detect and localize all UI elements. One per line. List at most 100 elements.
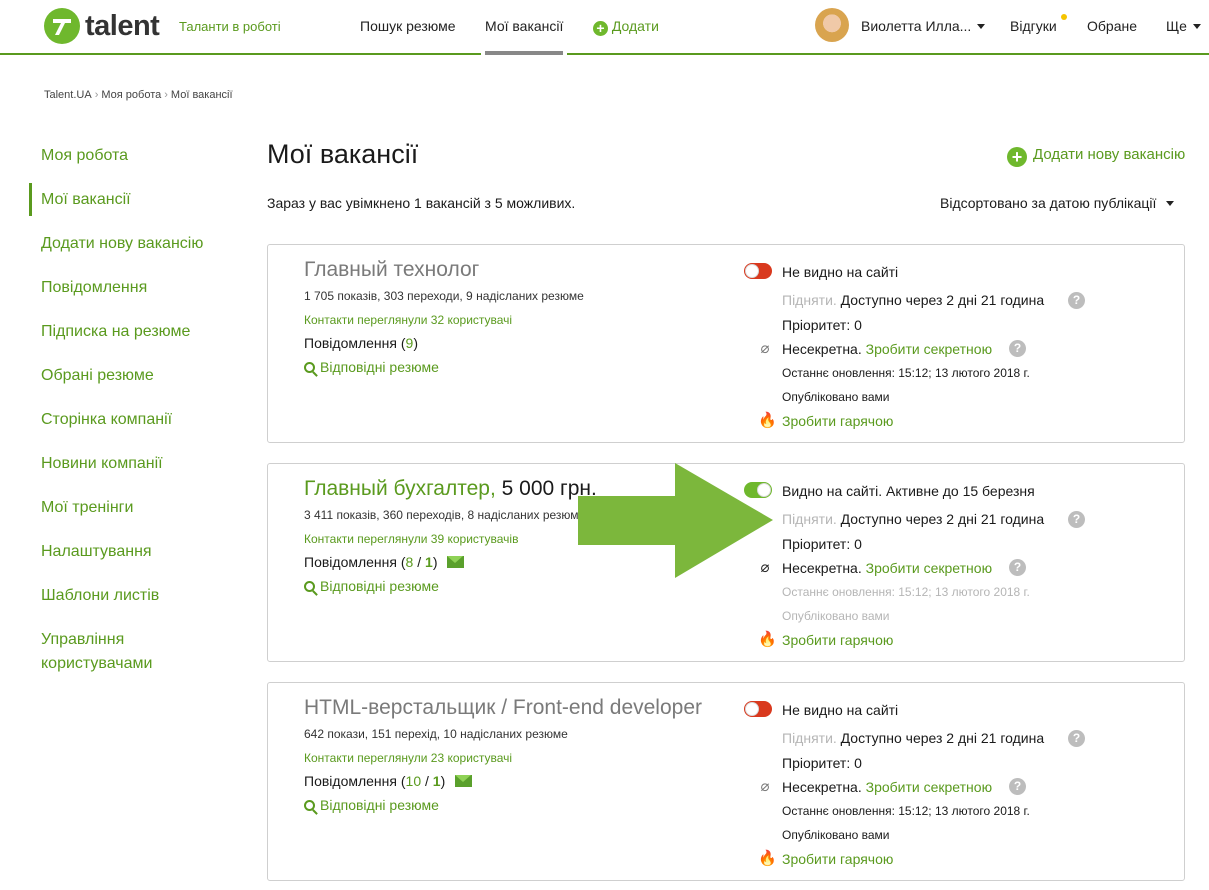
nav-favorites[interactable]: Обране bbox=[1087, 18, 1137, 34]
top-header: talent Таланти в роботі Пошук резюме Мої… bbox=[0, 0, 1209, 55]
last-updated: Останнє оновлення: 15:12; 13 лютого 2018… bbox=[782, 804, 1030, 818]
matching-resumes-label: Відповідні резюме bbox=[320, 359, 439, 375]
vacancy-stats: 642 покази, 151 перехід, 10 надісланих р… bbox=[304, 727, 568, 741]
help-icon[interactable]: ? bbox=[1068, 511, 1085, 528]
breadcrumb-separator-icon: › bbox=[94, 89, 99, 101]
breadcrumb-separator-icon: › bbox=[164, 89, 168, 101]
vacancy-title[interactable]: Главный технолог bbox=[304, 258, 479, 282]
raise-button[interactable]: Підняти. bbox=[782, 730, 837, 746]
nav-responses[interactable]: Відгуки bbox=[1010, 18, 1057, 34]
chevron-down-icon bbox=[1192, 24, 1201, 29]
matching-resumes-link[interactable]: Відповідні резюме bbox=[304, 578, 439, 594]
nav-add[interactable]: + Додати bbox=[593, 18, 659, 36]
sidebar-item-trainings[interactable]: Мої тренінги bbox=[41, 496, 133, 520]
messages-label: Повідомлення bbox=[304, 335, 397, 351]
user-name: Виолетта Илла... bbox=[861, 18, 972, 34]
vacancy-messages[interactable]: Повідомлення (9) bbox=[304, 335, 418, 351]
help-icon[interactable]: ? bbox=[1009, 559, 1026, 576]
sort-dropdown[interactable]: Відсортовано за датою публікації bbox=[940, 195, 1175, 211]
header-divider bbox=[567, 53, 1209, 55]
last-updated: Останнє оновлення: 15:12; 13 лютого 2018… bbox=[782, 585, 1030, 599]
notification-dot bbox=[1061, 14, 1067, 20]
tagline: Таланти в роботі bbox=[179, 19, 281, 34]
vacancy-title[interactable]: Главный бухгалтер, 5 000 грн. bbox=[304, 477, 597, 501]
breadcrumb-item: Мої вакансії bbox=[170, 89, 233, 101]
plus-icon: + bbox=[593, 21, 608, 36]
priority: Пріоритет: 0 bbox=[782, 317, 862, 333]
messages-new-count: 1 bbox=[432, 773, 441, 789]
breadcrumb-item[interactable]: Talent.UA bbox=[44, 89, 92, 101]
make-secret-link[interactable]: Зробити секретною bbox=[866, 560, 992, 576]
nav-my-vacancies[interactable]: Мої вакансії bbox=[485, 18, 563, 34]
sidebar-item-user-management-line2[interactable]: користувачами bbox=[41, 652, 152, 676]
vacancy-card: Главный технолог 1 705 показів, 303 пере… bbox=[267, 244, 1185, 443]
logo[interactable]: talent bbox=[44, 8, 160, 44]
sidebar-item-company-news[interactable]: Новини компанії bbox=[41, 452, 163, 476]
nav-search-resumes[interactable]: Пошук резюме bbox=[360, 18, 456, 34]
raise-button[interactable]: Підняти. bbox=[782, 511, 837, 527]
arrow-right-icon bbox=[578, 463, 773, 578]
vacancy-status-panel: Не видно на сайті Підняти. Доступно чере… bbox=[744, 683, 1174, 882]
secret-status: Несекретна. bbox=[782, 560, 862, 576]
sidebar-item-messages[interactable]: Повідомлення bbox=[41, 276, 147, 300]
matching-resumes-link[interactable]: Відповідні резюме bbox=[304, 797, 439, 813]
sidebar-item-add-vacancy[interactable]: Додати нову вакансію bbox=[41, 232, 203, 256]
sidebar-item-user-management[interactable]: Управління bbox=[41, 628, 124, 652]
sidebar-item-my-work[interactable]: Моя робота bbox=[41, 144, 128, 168]
raise-row: Підняти. Доступно через 2 дні 21 година bbox=[782, 292, 1044, 308]
toggle-knob bbox=[745, 264, 759, 278]
make-secret-link[interactable]: Зробити секретною bbox=[866, 779, 992, 795]
fire-icon: 🔥 bbox=[758, 850, 777, 867]
visibility-status: Не видно на сайті bbox=[782, 702, 899, 718]
make-hot-link[interactable]: Зробити гарячою bbox=[782, 413, 893, 429]
make-hot-link[interactable]: Зробити гарячою bbox=[782, 851, 893, 867]
add-vacancy-label: Додати нову вакансію bbox=[1033, 146, 1186, 163]
add-vacancy-link[interactable]: + Додати нову вакансію bbox=[1007, 146, 1185, 167]
vacancy-contacts[interactable]: Контакти переглянули 32 користувачі bbox=[304, 313, 512, 327]
breadcrumb-item[interactable]: Моя робота bbox=[101, 89, 161, 101]
visibility-toggle[interactable] bbox=[744, 263, 772, 279]
vacancy-contacts[interactable]: Контакти переглянули 39 користувачів bbox=[304, 532, 518, 546]
help-icon[interactable]: ? bbox=[1068, 292, 1085, 309]
sidebar-item-resume-subscription[interactable]: Підписка на резюме bbox=[41, 320, 190, 344]
vacancy-title[interactable]: HTML-верстальщик / Front-end developer bbox=[304, 696, 702, 720]
search-icon bbox=[304, 581, 315, 592]
avatar[interactable] bbox=[815, 8, 849, 42]
sidebar-item-letter-templates[interactable]: Шаблони листів bbox=[41, 584, 159, 608]
help-icon[interactable]: ? bbox=[1009, 340, 1026, 357]
vacancy-contacts[interactable]: Контакти переглянули 23 користувачі bbox=[304, 751, 512, 765]
sidebar-item-my-vacancies[interactable]: Мої вакансії bbox=[41, 188, 131, 212]
sidebar-item-company-page[interactable]: Сторінка компанії bbox=[41, 408, 172, 432]
raise-button[interactable]: Підняти. bbox=[782, 292, 837, 308]
raise-availability: Доступно через 2 дні 21 година bbox=[840, 730, 1045, 746]
published-by: Опубліковано вами bbox=[782, 390, 890, 404]
vacancy-title-text: Главный бухгалтер, bbox=[304, 477, 496, 500]
make-secret-link[interactable]: Зробити секретною bbox=[866, 341, 992, 357]
make-hot-link[interactable]: Зробити гарячою bbox=[782, 632, 893, 648]
published-by: Опубліковано вами bbox=[782, 828, 890, 842]
visibility-toggle[interactable] bbox=[744, 701, 772, 717]
vacancy-stats: 1 705 показів, 303 переходи, 9 надіслани… bbox=[304, 289, 584, 303]
sidebar-item-favorite-resumes[interactable]: Обрані резюме bbox=[41, 364, 154, 388]
sidebar-item-settings[interactable]: Налаштування bbox=[41, 540, 152, 564]
help-icon[interactable]: ? bbox=[1068, 730, 1085, 747]
secret-off-icon: ⌀ bbox=[760, 778, 770, 795]
matching-resumes-label: Відповідні резюме bbox=[320, 578, 439, 594]
chevron-down-icon bbox=[1166, 201, 1175, 206]
nav-more[interactable]: Ще bbox=[1166, 18, 1201, 34]
messages-count: 8 bbox=[405, 554, 414, 570]
plus-icon: + bbox=[1007, 147, 1027, 167]
mail-icon bbox=[447, 556, 465, 568]
messages-new-count: 1 bbox=[425, 554, 433, 570]
secret-row: Несекретна. Зробити секретною bbox=[782, 779, 992, 795]
logo-text: talent bbox=[85, 9, 160, 42]
breadcrumb: Talent.UA › Моя робота › Мої вакансії bbox=[44, 89, 233, 101]
raise-row: Підняти. Доступно через 2 дні 21 година bbox=[782, 511, 1044, 527]
nav-add-label: Додати bbox=[611, 18, 659, 34]
chevron-down-icon bbox=[977, 24, 986, 29]
user-menu[interactable]: Виолетта Илла... bbox=[861, 18, 986, 34]
matching-resumes-link[interactable]: Відповідні резюме bbox=[304, 359, 439, 375]
vacancy-messages[interactable]: Повідомлення (10 / 1) bbox=[304, 773, 473, 789]
help-icon[interactable]: ? bbox=[1009, 778, 1026, 795]
vacancy-messages[interactable]: Повідомлення (8 / 1) bbox=[304, 554, 465, 570]
